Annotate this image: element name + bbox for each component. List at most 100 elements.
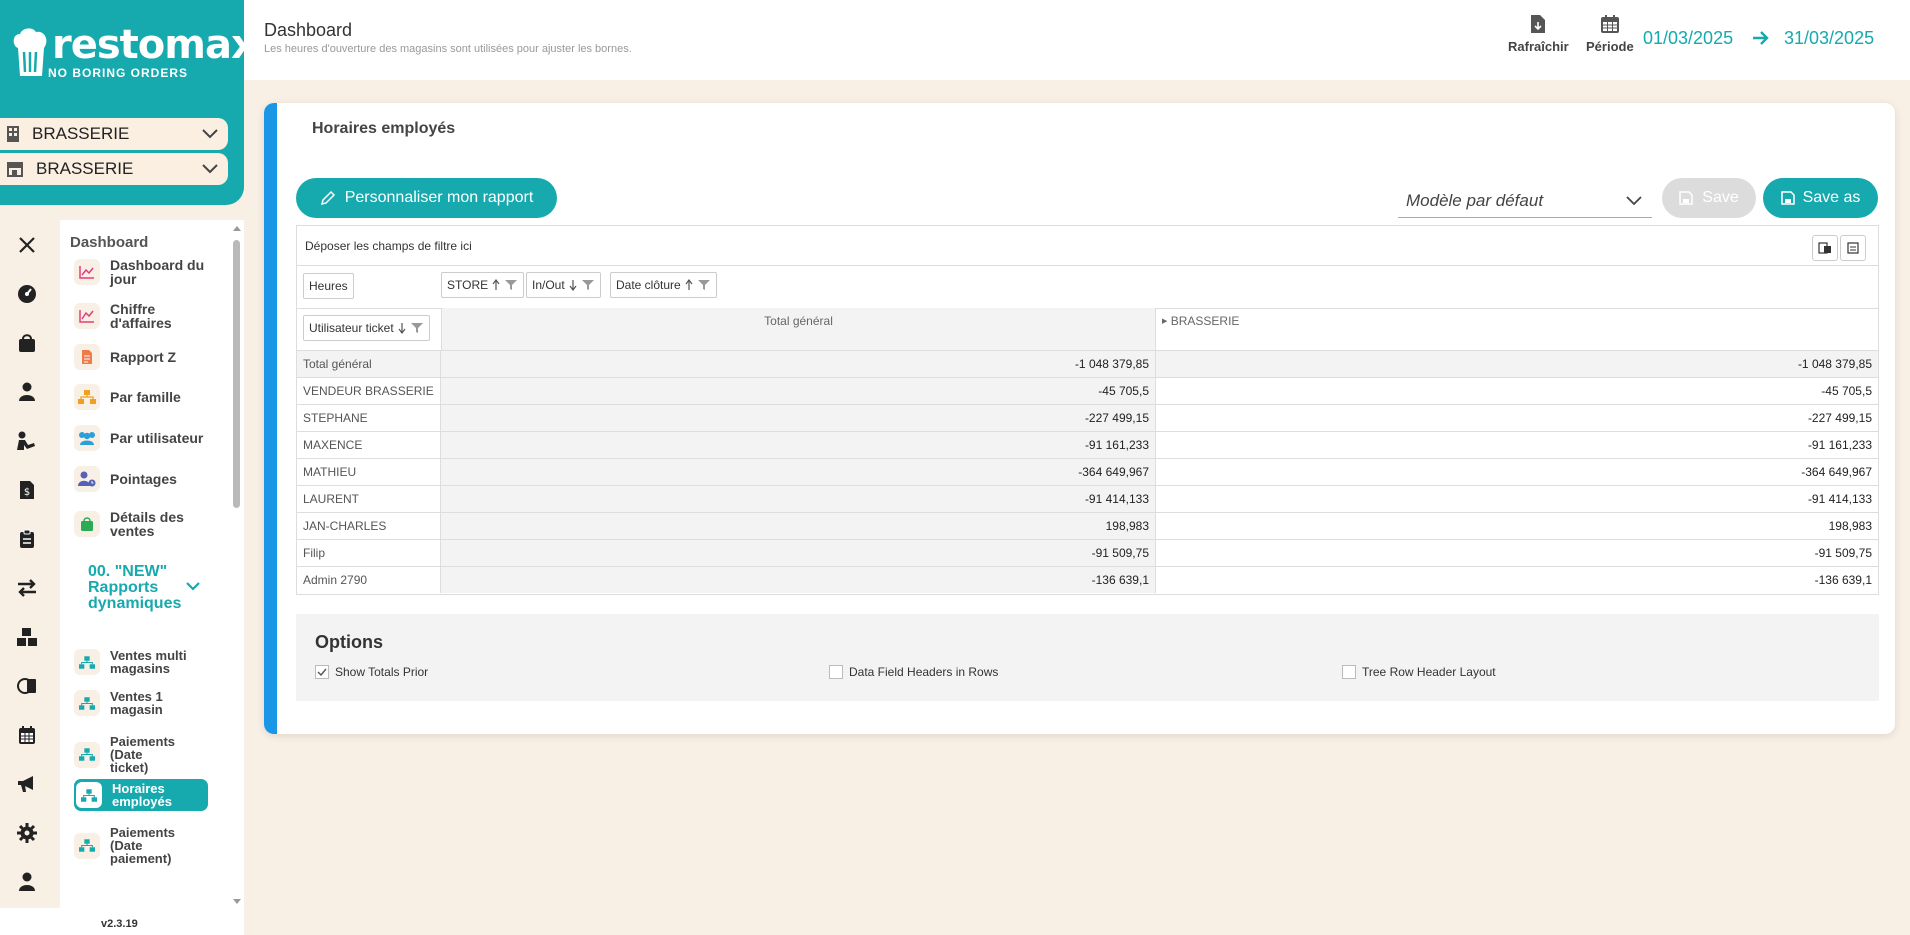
submenu-ventes-multi-magasins[interactable]: Ventes multi magasins bbox=[74, 649, 208, 675]
table-row: Admin 2790 -136 639,1 -136 639,1 bbox=[297, 566, 1878, 593]
cell-total: -91 161,233 bbox=[441, 432, 1156, 458]
report-title: Horaires employés bbox=[312, 120, 456, 137]
cell-brasserie: -91 509,75 bbox=[1814, 546, 1872, 560]
column-header-brasserie[interactable]: ▶ BRASSERIE bbox=[1156, 308, 1878, 350]
close-icon[interactable] bbox=[15, 233, 39, 257]
dashboard-gauge-icon[interactable] bbox=[15, 282, 39, 306]
menu-item-rapport-z[interactable]: Rapport Z bbox=[74, 344, 214, 370]
hierarchy-icon bbox=[74, 741, 100, 768]
filter-icon[interactable] bbox=[504, 279, 518, 291]
filter-icon[interactable] bbox=[697, 279, 711, 291]
chef-hat-icon bbox=[13, 28, 47, 76]
chart-line-icon bbox=[74, 303, 100, 329]
table-row: LAURENT -91 414,133 -91 414,133 bbox=[297, 485, 1878, 512]
user-icon[interactable] bbox=[15, 380, 39, 404]
menu-item-dashboard-du-jour[interactable]: Dashboard du jour bbox=[74, 258, 214, 286]
submenu-paiements-date-ticket[interactable]: Paiements (Date ticket) bbox=[74, 735, 208, 774]
document-icon bbox=[74, 344, 100, 370]
catalog-icon[interactable] bbox=[15, 674, 39, 698]
refresh-label: Rafraîchir bbox=[1508, 39, 1569, 54]
period-button[interactable]: Période bbox=[1586, 14, 1634, 54]
option-show-totals-prior[interactable]: Show Totals Prior bbox=[315, 665, 428, 679]
save-button[interactable]: Save bbox=[1662, 178, 1756, 218]
scrollbar-thumb[interactable] bbox=[233, 240, 240, 508]
sidebar-scrollbar[interactable] bbox=[230, 222, 242, 908]
cell-total: -91 414,133 bbox=[441, 486, 1156, 512]
column-field-chip[interactable]: In/Out bbox=[526, 272, 601, 298]
staff-icon[interactable] bbox=[15, 429, 39, 453]
shopping-bag-icon[interactable] bbox=[15, 331, 39, 355]
menu-item-chiffre-affaires[interactable]: Chiffre d'affaires bbox=[74, 302, 214, 330]
menu-item-details-des-ventes[interactable]: Détails des ventes bbox=[74, 510, 214, 538]
option-data-field-headers-in-rows[interactable]: Data Field Headers in Rows bbox=[829, 665, 998, 679]
hierarchy-icon bbox=[74, 384, 100, 410]
row-label: LAURENT bbox=[297, 486, 441, 512]
save-as-label: Save as bbox=[1802, 189, 1861, 206]
submenu-label: Ventes 1 magasin bbox=[110, 689, 163, 717]
menu-item-par-famille[interactable]: Par famille bbox=[74, 384, 214, 410]
refresh-file-icon bbox=[1531, 15, 1546, 33]
invoice-dollar-icon[interactable]: $ bbox=[15, 478, 39, 502]
export-button[interactable] bbox=[1840, 235, 1866, 261]
account-icon[interactable] bbox=[15, 870, 39, 894]
row-label: MATHIEU bbox=[297, 459, 441, 485]
export-icon bbox=[1847, 242, 1859, 254]
row-label: STEPHANE bbox=[297, 405, 441, 431]
submenu-horaires-employes[interactable]: Horaires employés bbox=[74, 779, 208, 811]
menu-item-pointages[interactable]: Pointages bbox=[74, 466, 214, 492]
icon-rail: $ bbox=[0, 220, 60, 908]
model-select[interactable]: Modèle par défaut bbox=[1398, 184, 1652, 218]
menu-item-label: Chiffre d'affaires bbox=[110, 301, 172, 331]
table-row: VENDEUR BRASSERIE -45 705,5 -45 705,5 bbox=[297, 377, 1878, 404]
cell-total: -136 639,1 bbox=[441, 567, 1156, 593]
data-field-chip[interactable]: Heures bbox=[303, 273, 354, 299]
customize-report-button[interactable]: Personnaliser mon rapport bbox=[296, 178, 557, 218]
filter-icon[interactable] bbox=[410, 322, 424, 334]
menu-item-label: Rapport Z bbox=[110, 349, 177, 365]
cell-total: -1 048 379,85 bbox=[441, 351, 1156, 377]
transfer-icon[interactable] bbox=[15, 576, 39, 600]
model-select-value: Modèle par défaut bbox=[1406, 190, 1544, 210]
column-field-chip[interactable]: Date clôture bbox=[610, 272, 717, 298]
store-selector-2[interactable]: BRASSERIE bbox=[0, 153, 228, 185]
menu-item-label: Par famille bbox=[110, 389, 181, 405]
expand-caret-icon[interactable]: ▶ bbox=[1162, 318, 1167, 325]
date-to[interactable]: 31/03/2025 bbox=[1784, 28, 1874, 49]
checkbox[interactable] bbox=[1342, 665, 1356, 679]
column-field-chip[interactable]: STORE bbox=[441, 272, 525, 298]
scroll-down-icon[interactable] bbox=[231, 898, 243, 906]
row-label: Admin 2790 bbox=[297, 567, 441, 593]
cell-total: -91 509,75 bbox=[441, 540, 1156, 566]
option-label: Data Field Headers in Rows bbox=[849, 665, 999, 679]
clipboard-icon[interactable] bbox=[15, 527, 39, 551]
date-from[interactable]: 01/03/2025 bbox=[1643, 28, 1733, 49]
megaphone-icon[interactable] bbox=[15, 772, 39, 796]
card-accent-bar bbox=[264, 103, 277, 734]
scroll-up-icon[interactable] bbox=[231, 224, 243, 232]
checkbox[interactable] bbox=[315, 665, 329, 679]
calendar-icon[interactable] bbox=[15, 723, 39, 747]
row-label: VENDEUR BRASSERIE bbox=[297, 378, 441, 404]
sort-descending-icon bbox=[569, 280, 577, 291]
option-label: Show Totals Prior bbox=[335, 665, 429, 679]
refresh-button[interactable]: Rafraîchir bbox=[1508, 14, 1569, 54]
period-label: Période bbox=[1586, 39, 1634, 54]
submenu-ventes-1-magasin[interactable]: Ventes 1 magasin bbox=[74, 690, 208, 716]
option-tree-row-header-layout[interactable]: Tree Row Header Layout bbox=[1342, 665, 1496, 679]
filter-icon[interactable] bbox=[581, 279, 595, 291]
app-version: v2.3.19 bbox=[101, 918, 138, 930]
save-as-button[interactable]: Save as bbox=[1763, 178, 1878, 218]
store-selector-1[interactable]: BRASSERIE bbox=[0, 118, 228, 150]
menu-item-par-utilisateur[interactable]: Par utilisateur bbox=[74, 425, 214, 451]
filter-drop-zone[interactable]: Déposer les champs de filtre ici bbox=[297, 226, 1878, 266]
logo-tagline: NO BORING ORDERS bbox=[48, 66, 189, 80]
field-chooser-button[interactable] bbox=[1812, 235, 1838, 261]
menu-group-rapports-dynamiques[interactable]: 00. "NEW" Rapports dynamiques bbox=[88, 564, 208, 612]
submenu-paiements-date-paiement[interactable]: Paiements (Date paiement) bbox=[74, 826, 208, 865]
table-row: MATHIEU -364 649,967 -364 649,967 bbox=[297, 458, 1878, 485]
boxes-icon[interactable] bbox=[15, 625, 39, 649]
gear-icon[interactable] bbox=[15, 821, 39, 845]
restomax-logo[interactable]: restomax NO BORING ORDERS bbox=[10, 22, 257, 84]
row-field-chip[interactable]: Utilisateur ticket bbox=[303, 315, 430, 341]
checkbox[interactable] bbox=[829, 665, 843, 679]
